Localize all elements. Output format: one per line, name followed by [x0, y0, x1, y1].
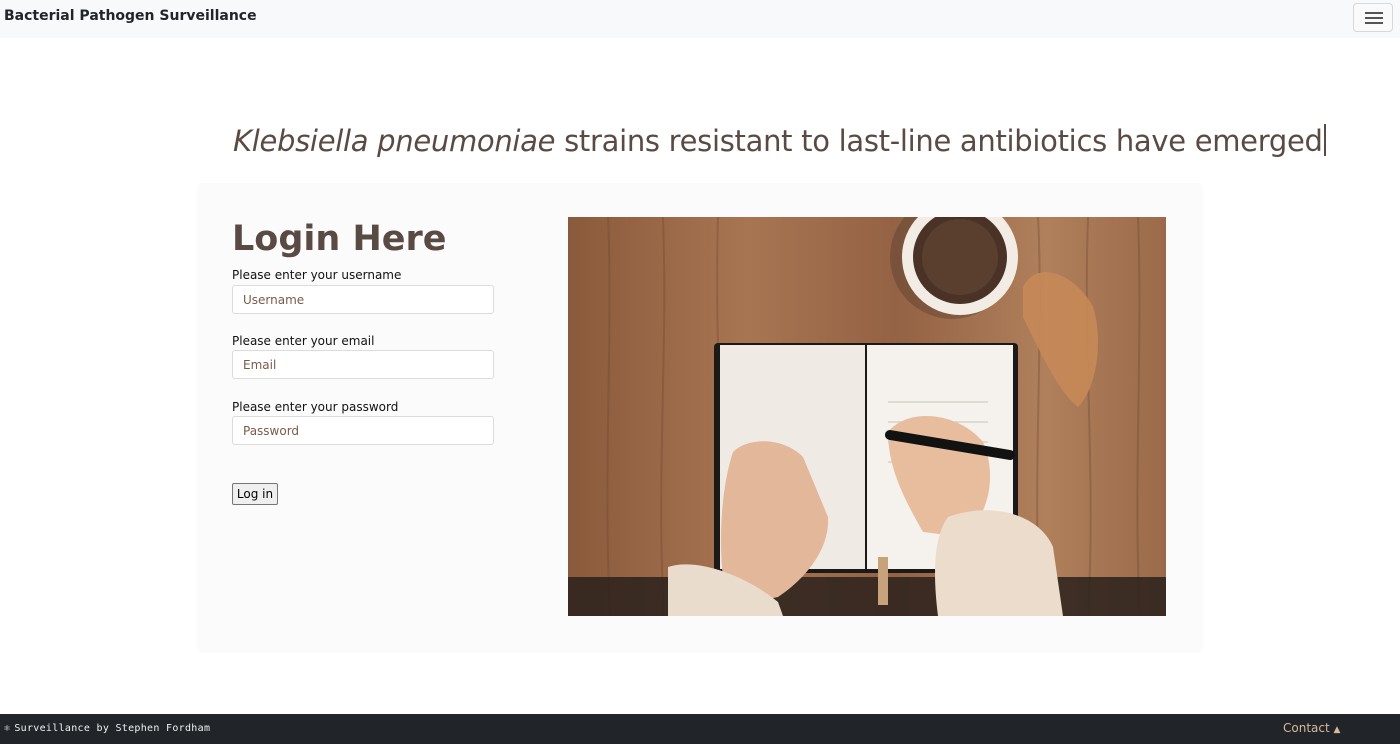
- hamburger-menu-button[interactable]: [1353, 3, 1393, 32]
- footer-credit: ⚛ Surveillance by Stephen Fordham: [4, 723, 210, 734]
- headline: Klebsiella pneumoniae strains resistant …: [233, 124, 1326, 158]
- password-input[interactable]: [232, 416, 494, 445]
- login-title: Login Here: [232, 219, 447, 259]
- headline-text: strains resistant to last-line antibioti…: [555, 124, 1323, 158]
- hamburger-menu-icon: [1365, 12, 1383, 14]
- brand-link[interactable]: Bacterial Pathogen Surveillance: [4, 8, 257, 24]
- email-label: Please enter your email: [232, 334, 375, 348]
- headline-species: Klebsiella pneumoniae: [233, 124, 556, 158]
- contact-label: Contact: [1283, 721, 1330, 735]
- hamburger-line: [1365, 22, 1383, 24]
- footer: ⚛ Surveillance by Stephen Fordham Contact…: [0, 714, 1400, 744]
- password-label: Please enter your password: [232, 400, 399, 414]
- email-input[interactable]: [232, 350, 494, 379]
- caret-up-icon: ▲: [1333, 725, 1341, 735]
- typing-caret: [1323, 124, 1326, 156]
- login-button[interactable]: Log in: [232, 483, 278, 505]
- username-label: Please enter your username: [232, 268, 402, 282]
- contact-link[interactable]: Contact ▲: [1283, 721, 1340, 735]
- notebook-writing-photo: [568, 217, 1166, 616]
- bacteria-icon: ⚛: [4, 723, 11, 734]
- navbar: Bacterial Pathogen Surveillance: [0, 0, 1400, 38]
- photo-illustration: [568, 217, 1166, 616]
- username-input[interactable]: [232, 285, 494, 314]
- hamburger-line: [1365, 17, 1383, 19]
- footer-credit-text: Surveillance by Stephen Fordham: [14, 723, 211, 734]
